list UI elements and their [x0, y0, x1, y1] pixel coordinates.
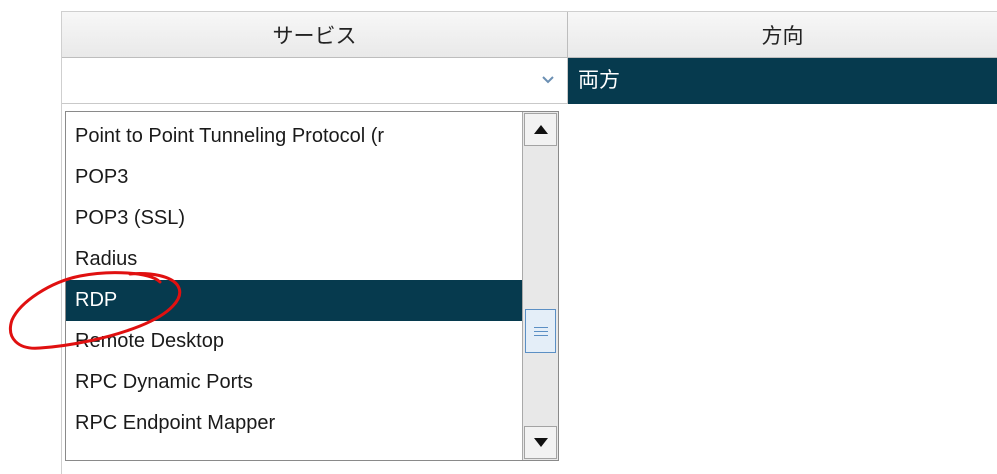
- list-item-selected[interactable]: RDP: [66, 280, 522, 321]
- service-dropdown-list[interactable]: Point to Point Tunneling Protocol (r POP…: [65, 111, 559, 461]
- triangle-down-icon: [533, 438, 548, 447]
- column-header-service-label: サービス: [272, 24, 357, 48]
- triangle-up-icon: [533, 125, 548, 134]
- list-item[interactable]: POP3 (SSL): [66, 198, 522, 239]
- list-item[interactable]: Remote Desktop: [66, 321, 522, 362]
- list-item[interactable]: Point to Point Tunneling Protocol (r: [66, 116, 522, 157]
- list-item[interactable]: RPC Endpoint Mapper: [66, 403, 522, 444]
- column-header-service[interactable]: サービス: [62, 12, 568, 58]
- chevron-down-icon[interactable]: [541, 74, 555, 86]
- rules-table: サービス 方向 両方 Point to Point Tunneling Prot…: [61, 11, 997, 474]
- scroll-up-button[interactable]: [524, 113, 557, 146]
- list-item[interactable]: Radius: [66, 239, 522, 280]
- service-combobox[interactable]: [62, 58, 568, 104]
- direction-cell-value: 両方: [578, 69, 620, 92]
- grip-icon: [533, 326, 548, 328]
- column-header-direction-label: 方向: [761, 24, 804, 48]
- scroll-down-button[interactable]: [524, 426, 557, 459]
- vertical-scrollbar[interactable]: [522, 112, 558, 460]
- scrollbar-thumb[interactable]: [525, 309, 556, 353]
- list-item[interactable]: RPC Dynamic Ports: [66, 362, 522, 403]
- list-item[interactable]: POP3: [66, 157, 522, 198]
- direction-cell[interactable]: 両方: [568, 58, 997, 104]
- column-header-direction[interactable]: 方向: [568, 12, 997, 58]
